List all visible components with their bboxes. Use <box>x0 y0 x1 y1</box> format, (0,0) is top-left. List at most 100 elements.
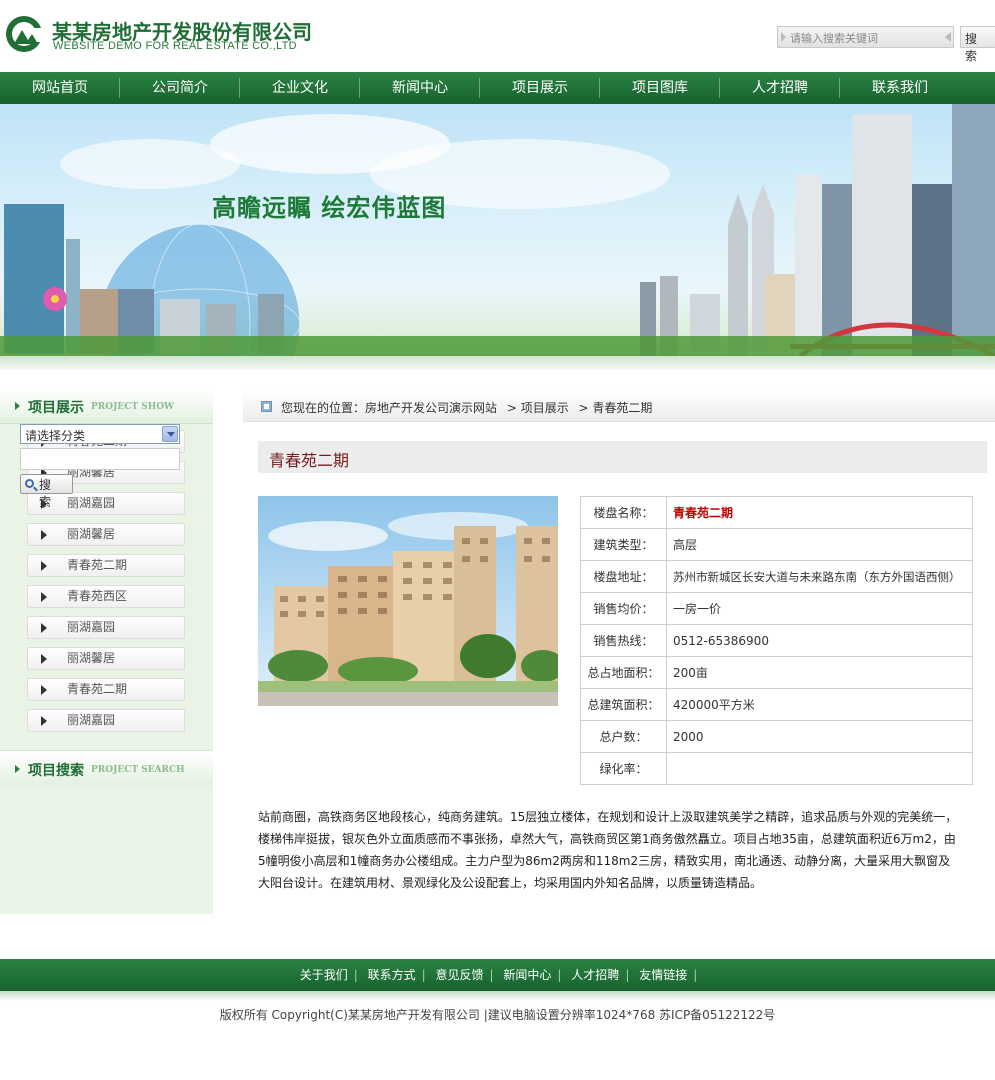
footer-link-feedback[interactable]: 意见反馈 <box>436 968 484 982</box>
sidebar-item-label: 丽湖馨居 <box>67 651 116 665</box>
chevron-right-icon <box>41 530 47 540</box>
project-show-title: 项目展示 <box>28 400 84 416</box>
sidebar-item-label: 青春苑二期 <box>67 682 128 696</box>
sidebar-item-label: 丽湖嘉园 <box>67 496 116 510</box>
project-search-button[interactable]: 搜 索 <box>20 474 73 509</box>
project-description: 站前商圈，高铁商务区地段核心，纯商务建筑。15层独立楼体，在规划和设计上汲取建筑… <box>258 810 958 890</box>
sidebar-item-project[interactable]: 丽湖馨居 <box>27 523 185 546</box>
copyright-text: 版权所有 Copyright(C)某某房地产开发有限公司 |建议电脑设置分辨率1… <box>219 1008 776 1022</box>
search-placeholder: 请输入搜索关键词 <box>790 32 878 45</box>
row-value <box>666 752 973 785</box>
row-value: 2000 <box>666 720 973 753</box>
keyword-input[interactable] <box>20 448 180 470</box>
sidebar-item-label: 丽湖馨居 <box>67 527 116 541</box>
project-search-button-label: 搜 索 <box>39 478 54 509</box>
sidebar-item-project[interactable]: 青春苑二期 <box>27 554 185 577</box>
hero-banner: 高瞻远瞩 绘宏伟蓝图 <box>0 104 995 356</box>
row-value: 高层 <box>666 528 973 561</box>
breadcrumb-home[interactable]: 您现在的位置：房地产开发公司演示网站 <box>281 401 497 415</box>
table-row: 楼盘地址： 苏州市新城区长安大道与未来路东南（东方外国语西侧） <box>580 560 973 593</box>
nav-item-about[interactable]: 公司简介 <box>120 72 240 104</box>
row-value: 0512-65386900 <box>666 624 973 657</box>
footer-link-news[interactable]: 新闻中心 <box>503 968 551 982</box>
table-row: 绿化率： <box>580 752 973 785</box>
search-input[interactable]: 请输入搜索关键词 <box>777 26 954 48</box>
sidebar-item-project[interactable]: 青春苑西区 <box>27 585 185 608</box>
project-search-header: 项目搜索 PROJECT SEARCH <box>0 750 213 786</box>
nav-item-gallery[interactable]: 项目图库 <box>600 72 720 104</box>
row-label: 建筑类型： <box>580 528 667 561</box>
chevron-down-icon[interactable] <box>162 426 178 442</box>
table-row: 总建筑面积： 420000平方米 <box>580 688 973 721</box>
footer-separator: | <box>557 968 562 982</box>
footer-link-about[interactable]: 关于我们 <box>300 968 348 982</box>
footer-separator: | <box>489 968 494 982</box>
row-value: 200亩 <box>666 656 973 689</box>
category-selected-value: 请选择分类 <box>25 429 86 443</box>
sidebar-item-project[interactable]: 丽湖馨居 <box>27 647 185 670</box>
sidebar-item-label: 丽湖嘉园 <box>67 620 116 634</box>
nav-item-careers[interactable]: 人才招聘 <box>720 72 840 104</box>
row-label: 总建筑面积： <box>580 688 667 721</box>
project-show-subtitle: PROJECT SHOW <box>91 402 175 412</box>
category-select[interactable]: 请选择分类 <box>20 424 180 444</box>
row-label: 销售均价： <box>580 592 667 625</box>
nav-item-projects[interactable]: 项目展示 <box>480 72 600 104</box>
row-label: 总户数： <box>580 720 667 753</box>
row-label: 楼盘地址： <box>580 560 667 593</box>
breadcrumb-current[interactable]: > 青春苑二期 <box>579 401 653 415</box>
breadcrumb-projects[interactable]: > 项目展示 <box>507 401 569 415</box>
cityscape-illustration <box>0 104 995 356</box>
project-list: 青春苑二期 丽湖馨居 丽湖嘉园 丽湖馨居 青春苑二期 青春苑西区 丽湖嘉园 丽湖… <box>0 424 213 732</box>
location-icon <box>261 401 272 412</box>
footer-separator: | <box>421 968 426 982</box>
triangle-bullet-icon <box>15 765 20 773</box>
left-arrow-icon <box>781 32 786 42</box>
table-row: 总占地面积： 200亩 <box>580 656 973 689</box>
nav-item-home[interactable]: 网站首页 <box>0 72 120 104</box>
page-title: 青春苑二期 <box>258 441 987 473</box>
table-row: 楼盘名称： 青春苑二期 <box>580 496 973 529</box>
nav-item-news[interactable]: 新闻中心 <box>360 72 480 104</box>
table-row: 销售均价： 一房一价 <box>580 592 973 625</box>
footer-separator: | <box>693 968 698 982</box>
chevron-right-icon <box>41 561 47 571</box>
project-search-subtitle: PROJECT SEARCH <box>91 765 185 775</box>
sidebar-item-label: 青春苑二期 <box>67 558 128 572</box>
main-nav: 网站首页 公司简介 企业文化 新闻中心 项目展示 项目图库 人才招聘 联系我们 <box>0 72 995 104</box>
footer-nav: 关于我们 | 联系方式 | 意见反馈 | 新闻中心 | 人才招聘 | 友情链接 | <box>0 959 995 991</box>
sidebar-item-project[interactable]: 青春苑二期 <box>27 678 185 701</box>
row-label: 楼盘名称： <box>580 496 667 529</box>
footer-separator: | <box>353 968 358 982</box>
search-button[interactable]: 搜 索 <box>960 26 995 63</box>
nav-item-contact[interactable]: 联系我们 <box>840 72 960 104</box>
chevron-right-icon <box>41 654 47 664</box>
site-header: 某某房地产开发股份有限公司 WEBSITE DEMO FOR REAL ESTA… <box>0 0 995 72</box>
breadcrumb: 您现在的位置：房地产开发公司演示网站 > 项目展示 > 青春苑二期 <box>243 390 995 422</box>
row-value: 420000平方米 <box>666 688 973 721</box>
nav-item-culture[interactable]: 企业文化 <box>240 72 360 104</box>
row-value: 一房一价 <box>666 592 973 625</box>
banner-divider <box>0 356 995 370</box>
row-label: 总占地面积： <box>580 656 667 689</box>
project-show-header: 项目展示 PROJECT SHOW <box>0 388 213 424</box>
logo-icon[interactable] <box>4 14 44 54</box>
chevron-right-icon <box>41 716 47 726</box>
sidebar-item-project[interactable]: 丽湖嘉园 <box>27 709 185 732</box>
row-value: 苏州市新城区长安大道与未来路东南（东方外国语西侧） <box>666 560 973 593</box>
row-value: 青春苑二期 <box>666 496 973 529</box>
footer-link-friends[interactable]: 友情链接 <box>639 968 687 982</box>
footer-link-contact[interactable]: 联系方式 <box>368 968 416 982</box>
building-photo-illustration <box>258 496 558 706</box>
chevron-right-icon <box>41 592 47 602</box>
footer-link-careers[interactable]: 人才招聘 <box>571 968 619 982</box>
sidebar-item-project[interactable]: 丽湖嘉园 <box>27 616 185 639</box>
table-row: 销售热线： 0512-65386900 <box>580 624 973 657</box>
chevron-right-icon <box>41 685 47 695</box>
right-arrow-icon <box>945 32 951 42</box>
table-row: 建筑类型： 高层 <box>580 528 973 561</box>
table-row: 总户数： 2000 <box>580 720 973 753</box>
sidebar-item-label: 青春苑西区 <box>67 589 128 603</box>
row-label: 绿化率： <box>580 752 667 785</box>
project-info-table: 楼盘名称： 青春苑二期 建筑类型： 高层 楼盘地址： 苏州市新城区长安大道与未来路东南… <box>580 496 973 785</box>
